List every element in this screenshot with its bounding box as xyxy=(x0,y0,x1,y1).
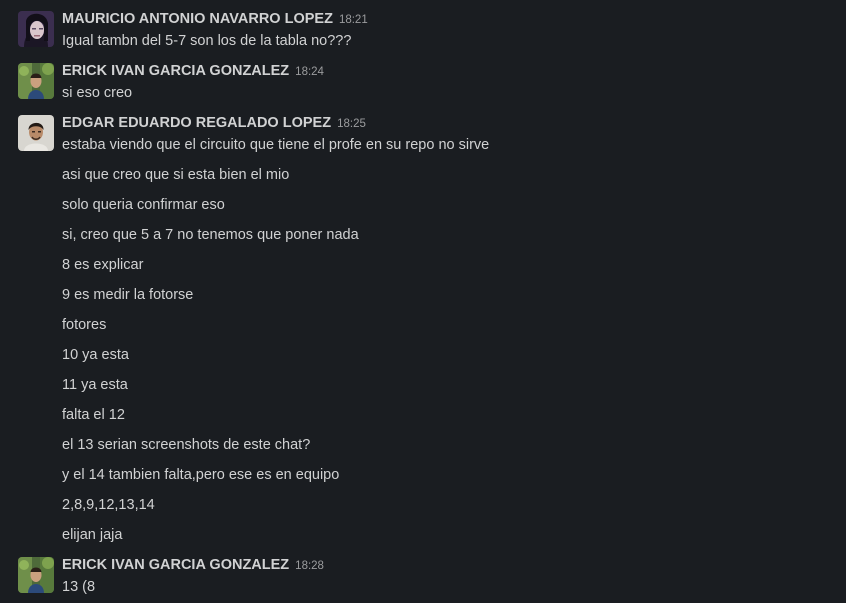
message-timestamp[interactable]: 18:24 xyxy=(295,66,324,78)
avatar[interactable] xyxy=(18,63,54,99)
message-timestamp[interactable]: 18:28 xyxy=(295,560,324,572)
message-text: 13 (8 xyxy=(62,579,96,595)
message-text: Igual tambn del 5-7 son los de la tabla … xyxy=(62,33,352,49)
avatar[interactable] xyxy=(18,115,54,151)
sender-name[interactable]: ERICK IVAN GARCIA GONZALEZ xyxy=(62,63,289,79)
message-text: falta el 12 xyxy=(62,407,125,423)
message-text: elijan jaja xyxy=(62,527,123,543)
user-avatar-icon xyxy=(18,115,54,151)
avatar[interactable] xyxy=(18,11,54,47)
message-text: asi que creo que si esta bien el mio xyxy=(62,167,290,183)
user-avatar-icon xyxy=(18,11,54,47)
message-timestamp[interactable]: 18:21 xyxy=(339,14,368,26)
message-list: MAURICIO ANTONIO NAVARRO LOPEZ 18:21 Igua… xyxy=(0,0,846,603)
message-text: 9 es medir la fotorse xyxy=(62,287,194,303)
sender-name[interactable]: EDGAR EDUARDO REGALADO LOPEZ xyxy=(62,115,331,131)
message-text: 11 ya esta xyxy=(62,377,128,393)
message-text: 8 es explicar xyxy=(62,257,144,273)
message-text: 2,8,9,12,13,14 xyxy=(62,497,155,513)
user-avatar-icon xyxy=(18,63,54,99)
message-text: estaba viendo que el circuito que tiene … xyxy=(62,137,490,153)
message-text: solo queria confirmar eso xyxy=(62,197,225,213)
message-text: el 13 serian screenshots de este chat? xyxy=(62,437,311,453)
message-text: si eso creo xyxy=(62,85,133,101)
sender-name[interactable]: MAURICIO ANTONIO NAVARRO LOPEZ xyxy=(62,11,333,27)
user-avatar-icon xyxy=(18,557,54,593)
message-text: fotores xyxy=(62,317,107,333)
avatar[interactable] xyxy=(18,557,54,593)
message-text: si, creo que 5 a 7 no tenemos que poner … xyxy=(62,227,359,243)
sender-name[interactable]: ERICK IVAN GARCIA GONZALEZ xyxy=(62,557,289,573)
message-text: y el 14 tambien falta,pero ese es en equ… xyxy=(62,467,340,483)
message-timestamp[interactable]: 18:25 xyxy=(337,118,366,130)
message-text: 10 ya esta xyxy=(62,347,129,363)
